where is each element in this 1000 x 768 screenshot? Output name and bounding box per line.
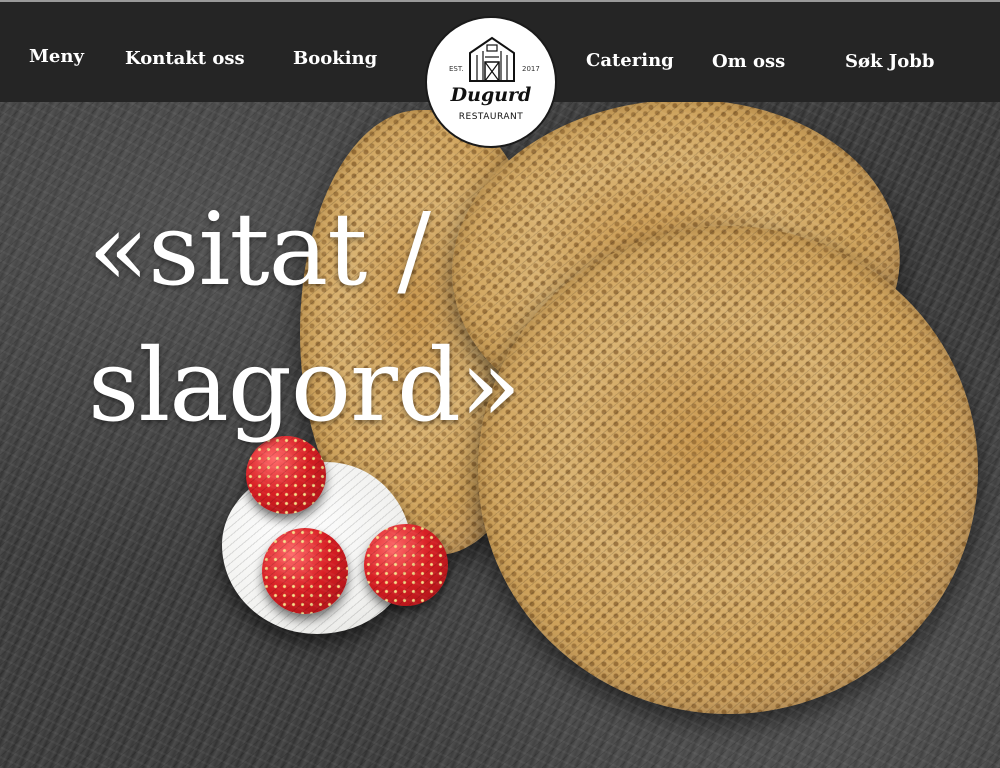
- strawberry: [262, 528, 348, 614]
- sour-cream: [222, 462, 412, 634]
- hero-headline: «sitat / slagord»: [88, 182, 521, 454]
- nav-link-catering[interactable]: Catering: [586, 50, 674, 71]
- logo-year-label: 2017: [522, 65, 540, 73]
- logo-subtitle: RESTAURANT: [458, 112, 524, 122]
- nav-link-meny[interactable]: Meny: [29, 46, 84, 67]
- nav-link-sok-jobb[interactable]: Søk Jobb: [845, 51, 934, 72]
- barn-icon: [469, 36, 515, 82]
- strawberry: [364, 524, 448, 606]
- logo-est-label: EST.: [449, 65, 464, 73]
- nav-link-om-oss[interactable]: Om oss: [712, 51, 785, 72]
- nav-link-booking[interactable]: Booking: [293, 48, 377, 69]
- logo-name: Dugurd: [450, 84, 532, 106]
- restaurant-logo[interactable]: EST. 2017 Dugurd RESTAURANT: [425, 16, 557, 148]
- nav-link-kontakt-oss[interactable]: Kontakt oss: [125, 48, 245, 69]
- headline-line-1: «sitat /: [88, 191, 431, 308]
- pancake-front: [478, 226, 978, 714]
- headline-line-2: slagord»: [88, 327, 521, 444]
